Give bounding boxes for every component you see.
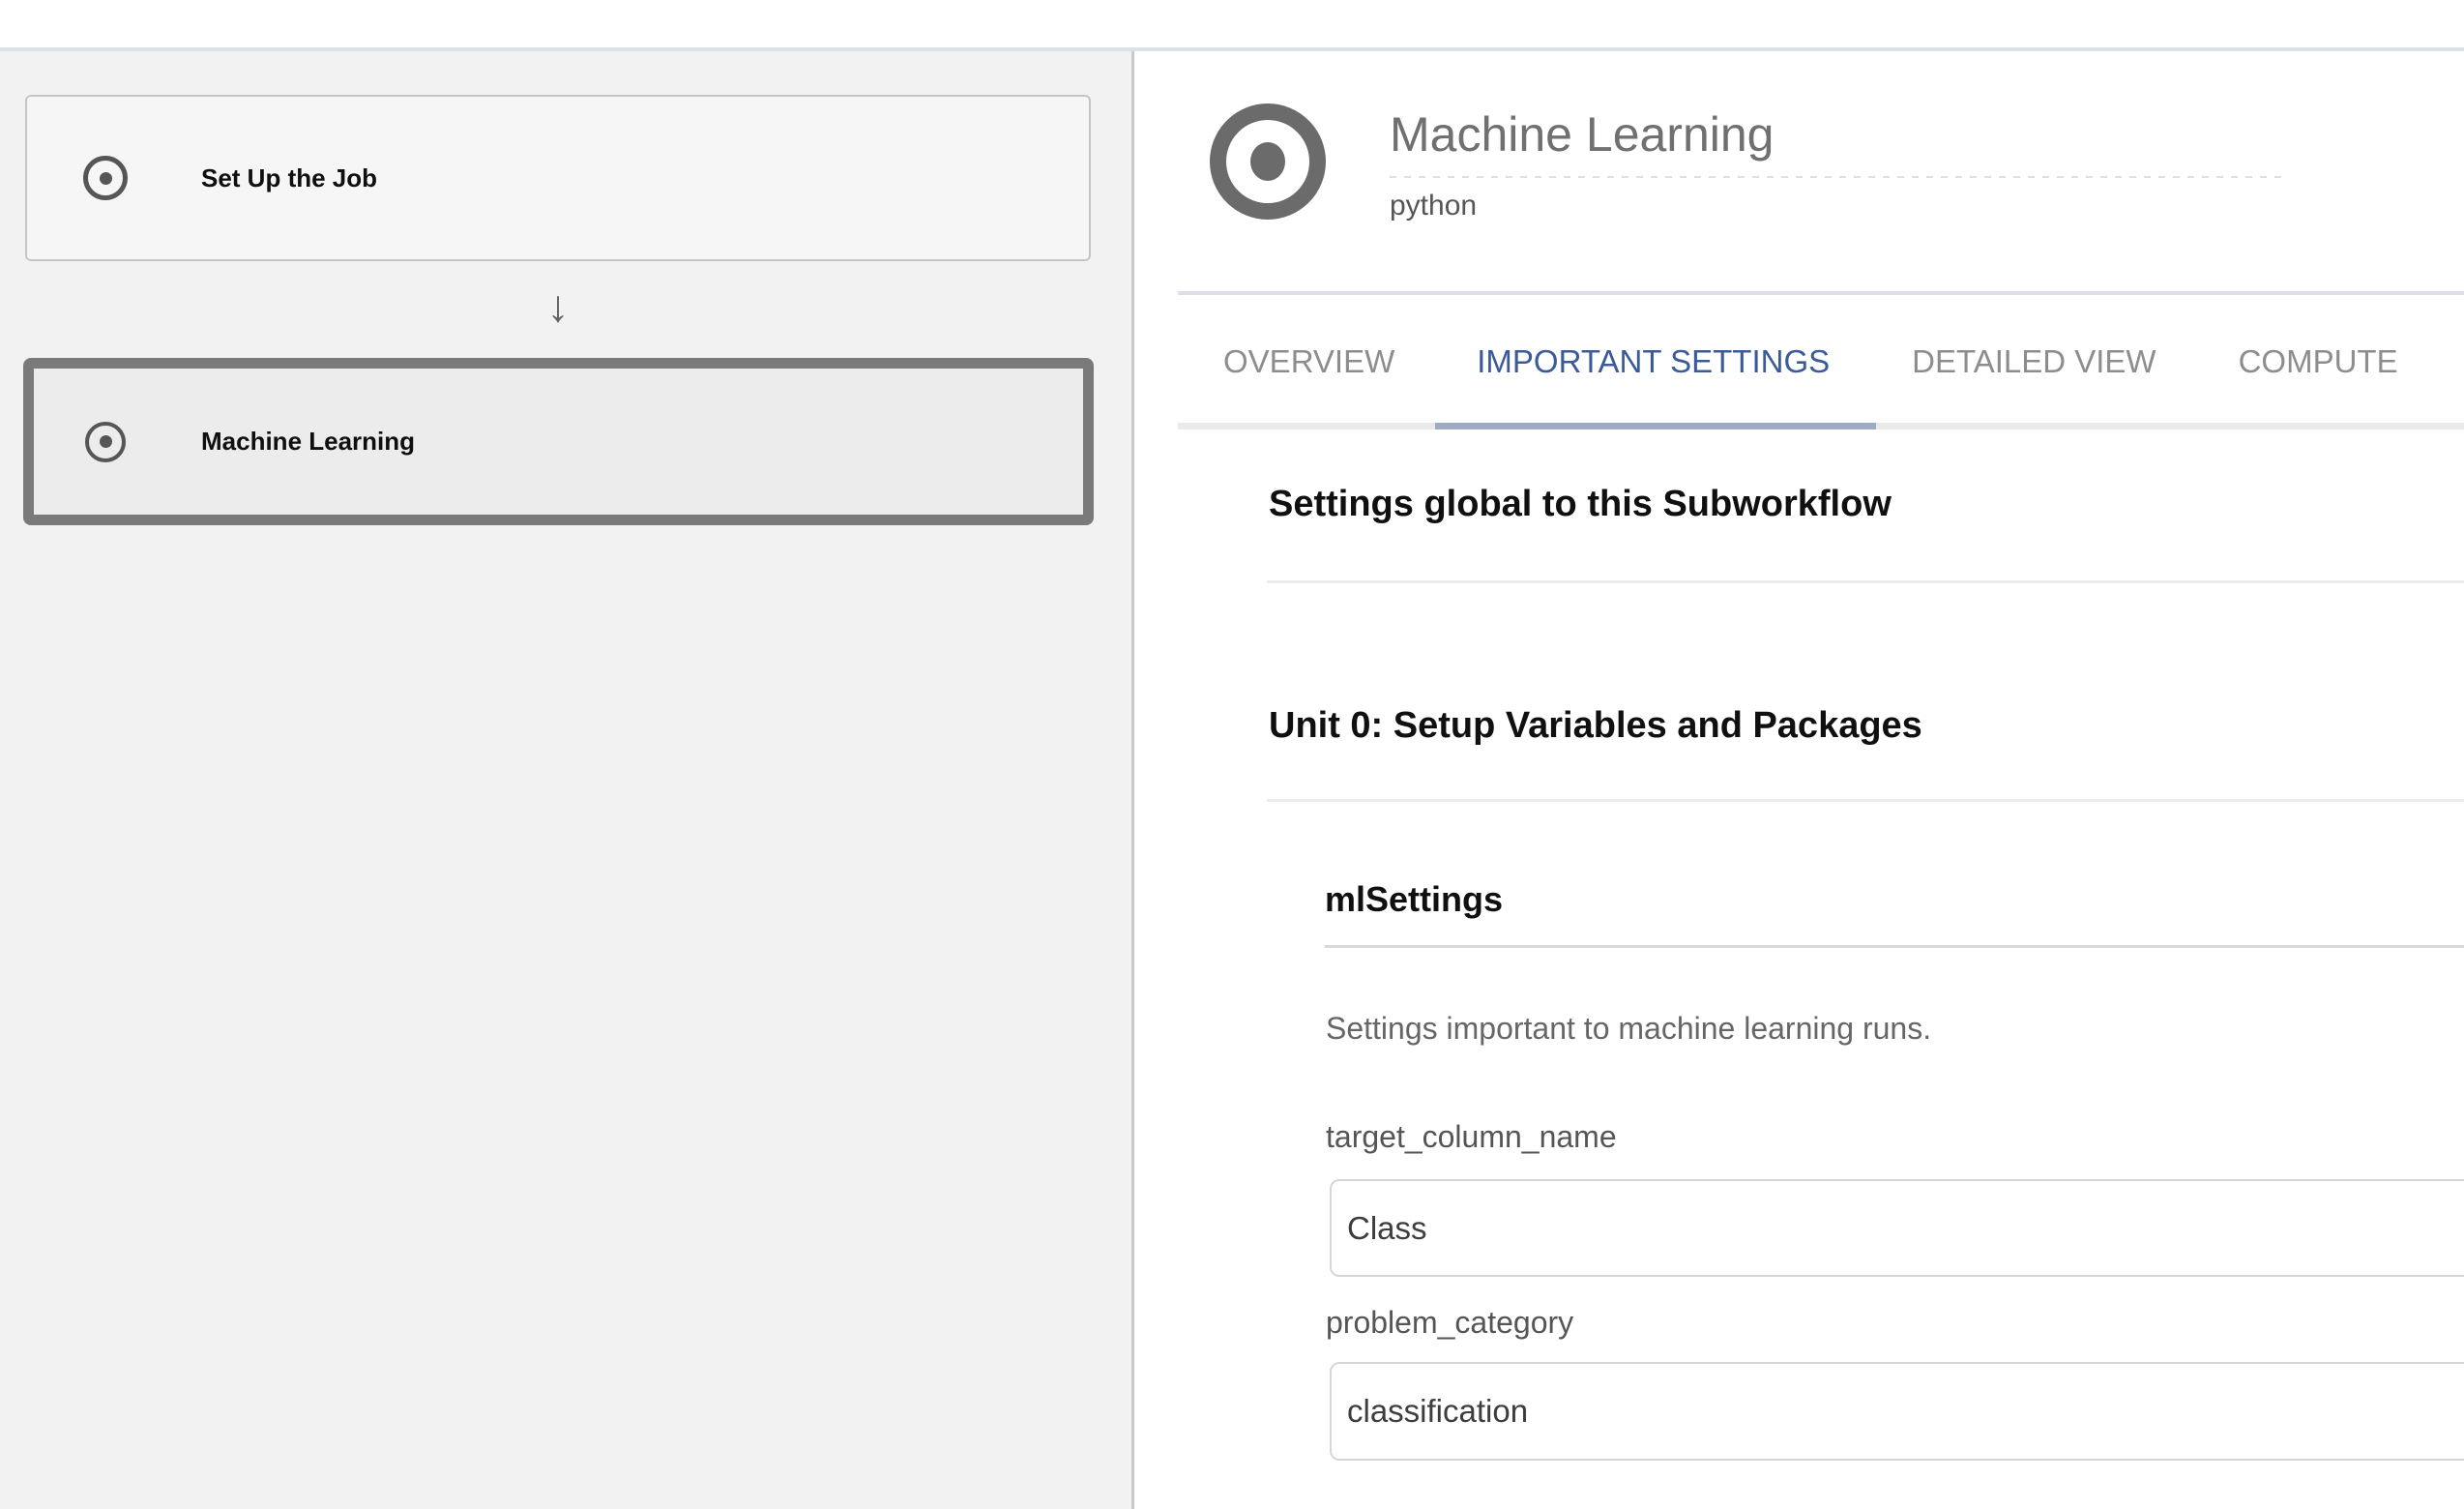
- detail-subtitle: python: [1390, 190, 1477, 222]
- title-dashed-underline: [1390, 176, 2286, 178]
- bullseye-icon: [1210, 104, 1326, 220]
- down-arrow-icon: ↓: [529, 279, 587, 333]
- tab-overview[interactable]: OVERVIEW: [1223, 341, 1394, 382]
- bullseye-icon: [83, 156, 128, 200]
- step-label: Set Up the Job: [201, 163, 377, 193]
- field-label-problem-category: problem_category: [1326, 1304, 1573, 1341]
- section-divider: [1267, 799, 2464, 802]
- tab-important-settings[interactable]: IMPORTANT SETTINGS: [1477, 341, 1830, 382]
- field-label-target-column-name: target_column_name: [1326, 1118, 1617, 1155]
- group-divider: [1325, 945, 2464, 948]
- tab-bar: OVERVIEW IMPORTANT SETTINGS DETAILED VIE…: [1223, 341, 2398, 382]
- top-bar: [0, 0, 2464, 51]
- target-column-name-input[interactable]: [1330, 1179, 2464, 1277]
- tab-detailed-view[interactable]: DETAILED VIEW: [1912, 341, 2156, 382]
- workflow-panel: Set Up the Job ↓ Machine Learning: [0, 51, 1134, 1509]
- step-label: Machine Learning: [201, 427, 415, 457]
- detail-panel: Machine Learning python OVERVIEW IMPORTA…: [1134, 51, 2464, 1509]
- detail-title: Machine Learning: [1390, 106, 1775, 163]
- group-description: Settings important to machine learning r…: [1326, 1010, 1931, 1047]
- mlsettings-heading: mlSettings: [1325, 879, 1503, 920]
- tab-compute[interactable]: COMPUTE: [2239, 341, 2398, 382]
- unit0-heading: Unit 0: Setup Variables and Packages: [1269, 704, 1922, 747]
- bullseye-icon: [85, 422, 126, 462]
- active-tab-underline: [1435, 423, 1876, 429]
- header-divider: [1178, 291, 2464, 295]
- tab-track: [1178, 423, 2464, 429]
- problem-category-input[interactable]: [1330, 1362, 2464, 1461]
- section-divider: [1267, 580, 2464, 583]
- workflow-step-machine-learning[interactable]: Machine Learning: [23, 358, 1094, 525]
- workflow-step-set-up-the-job[interactable]: Set Up the Job: [25, 95, 1091, 261]
- global-settings-heading: Settings global to this Subworkflow: [1269, 483, 1892, 525]
